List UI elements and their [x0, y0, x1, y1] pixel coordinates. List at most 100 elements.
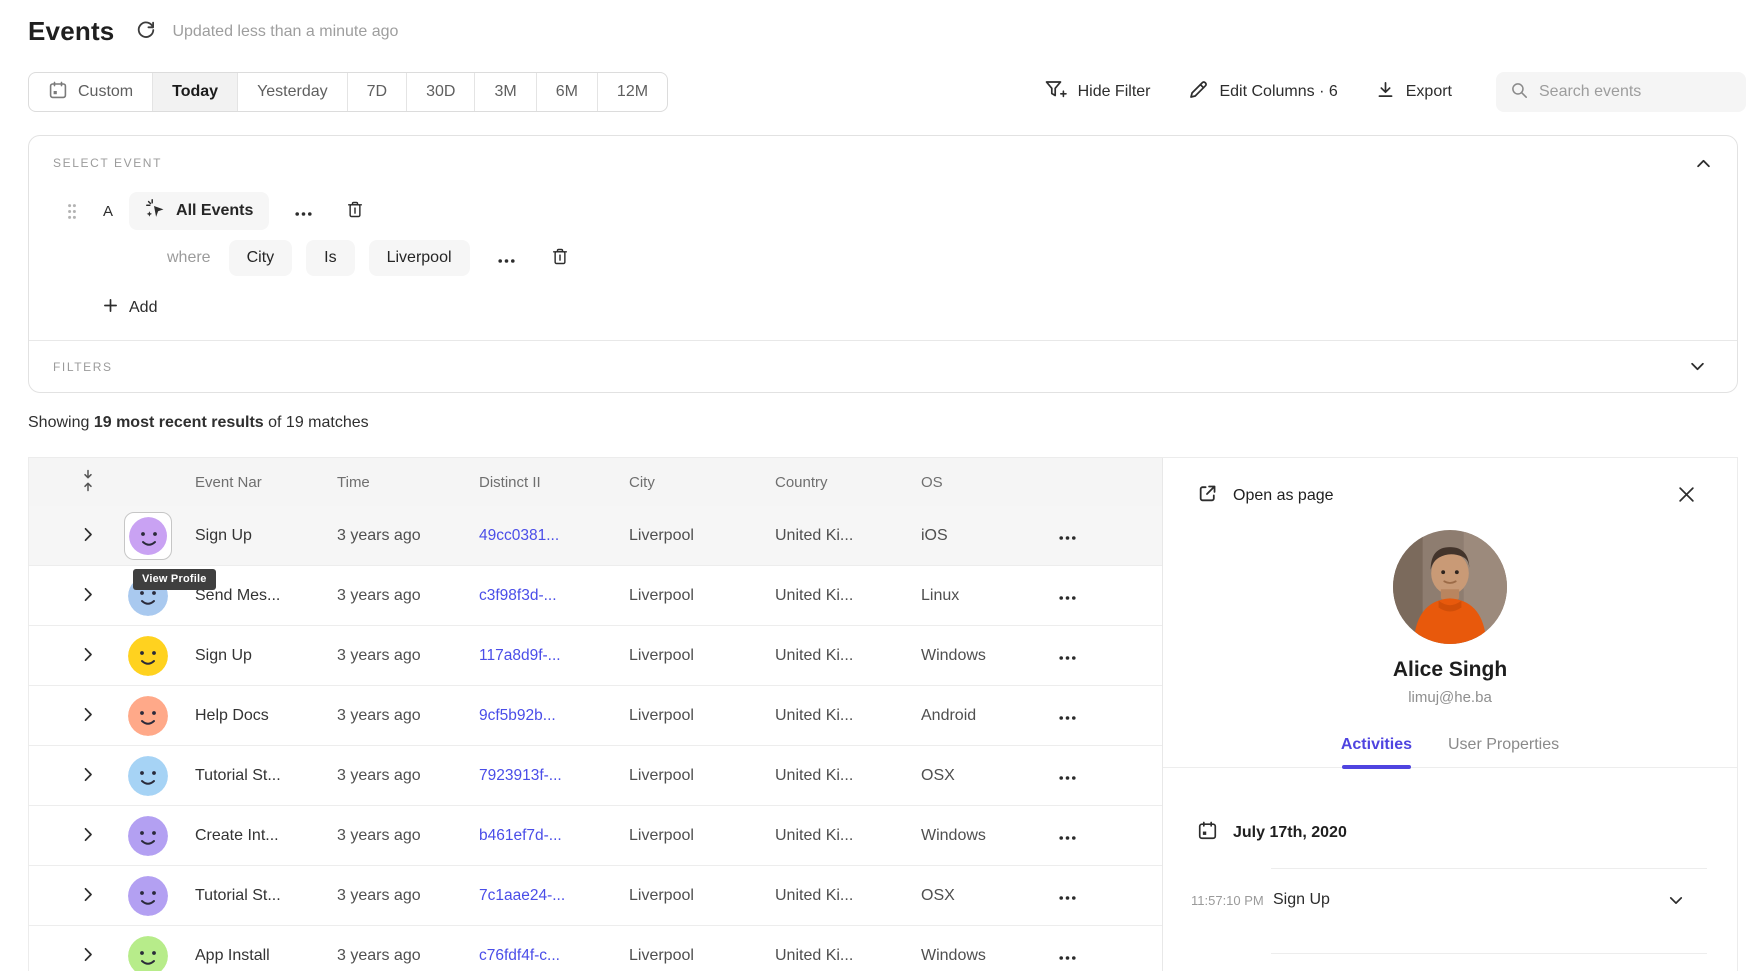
add-event-button[interactable]: Add — [103, 298, 157, 318]
date-tab-today[interactable]: Today — [152, 73, 237, 111]
column-header[interactable]: OS — [905, 474, 1055, 491]
where-delete-button[interactable] — [545, 241, 575, 275]
column-header[interactable]: Country — [759, 474, 905, 491]
expand-row-button[interactable] — [79, 523, 97, 549]
results-prefix: Showing — [28, 414, 89, 431]
calendar-icon — [1197, 820, 1218, 846]
table-row[interactable]: Sign Up3 years ago117a8d9f-...LiverpoolU… — [29, 626, 1162, 686]
profile-panel: Open as page Alice Singh — [1162, 458, 1737, 971]
event-selector-chip[interactable]: All Events — [129, 192, 269, 230]
tab-activities[interactable]: Activities — [1341, 736, 1412, 767]
search-input[interactable] — [1539, 83, 1732, 101]
ellipsis-icon — [295, 204, 312, 219]
open-as-page-button[interactable]: Open as page — [1197, 483, 1334, 509]
avatar-selected-frame[interactable] — [124, 512, 172, 560]
value-chip[interactable]: Liverpool — [369, 240, 470, 276]
column-header[interactable]: Distinct II — [463, 474, 613, 491]
filters-section: FILTERS — [29, 340, 1737, 392]
event-delete-button[interactable] — [340, 194, 370, 228]
column-header[interactable]: Time — [321, 474, 463, 491]
user-avatar[interactable] — [128, 696, 168, 736]
expand-row-button[interactable] — [79, 763, 97, 789]
activity-row[interactable]: 11:57:10 PM Sign Up — [1163, 869, 1737, 931]
table-row[interactable]: Help Docs3 years ago9cf5b92b...Liverpool… — [29, 686, 1162, 746]
user-avatar[interactable] — [128, 936, 168, 971]
trash-icon — [346, 200, 364, 222]
cell-distinct-id[interactable]: 7c1aae24-... — [463, 887, 613, 905]
table-row[interactable]: Create Int...3 years agob461ef7d-...Live… — [29, 806, 1162, 866]
date-tab-6m[interactable]: 6M — [536, 73, 597, 111]
cell-event-name: Tutorial St... — [179, 767, 321, 785]
table-row[interactable]: Tutorial St...3 years ago7923913f-...Liv… — [29, 746, 1162, 806]
edit-columns-button[interactable]: Edit Columns · 6 — [1188, 80, 1337, 105]
where-more-button[interactable] — [492, 245, 521, 272]
column-header[interactable]: City — [613, 474, 759, 491]
cell-distinct-id[interactable]: 117a8d9f-... — [463, 647, 613, 665]
date-tab-yesterday[interactable]: Yesterday — [237, 73, 347, 111]
table-row[interactable]: Sign Up3 years ago49cc0381...LiverpoolUn… — [29, 506, 1162, 566]
collapse-rows-header[interactable] — [59, 469, 117, 496]
expand-row-button[interactable] — [79, 583, 97, 609]
user-avatar[interactable] — [129, 517, 167, 555]
search-box[interactable] — [1496, 72, 1746, 112]
cell-country: United Ki... — [759, 527, 905, 545]
expand-row-button[interactable] — [79, 823, 97, 849]
user-avatar[interactable] — [128, 756, 168, 796]
expand-row-button[interactable] — [79, 883, 97, 909]
table-row[interactable]: App Install3 years agoc76fdf4f-c...Liver… — [29, 926, 1162, 971]
tab-user-properties[interactable]: User Properties — [1448, 736, 1559, 767]
cell-distinct-id[interactable]: c76fdf4f-c... — [463, 947, 613, 965]
user-avatar[interactable] — [128, 876, 168, 916]
event-more-button[interactable] — [289, 198, 318, 225]
cell-distinct-id[interactable]: 9cf5b92b... — [463, 707, 613, 725]
expand-filters-button[interactable] — [1684, 353, 1711, 380]
cell-time: 3 years ago — [321, 647, 463, 665]
property-chip[interactable]: City — [229, 240, 293, 276]
chevron-down-icon[interactable] — [1665, 892, 1687, 909]
user-avatar[interactable] — [128, 816, 168, 856]
date-tab-custom[interactable]: Custom — [29, 73, 152, 111]
cell-distinct-id[interactable]: c3f98f3d-... — [463, 587, 613, 605]
operator-chip[interactable]: Is — [306, 240, 354, 276]
expand-row-button[interactable] — [79, 703, 97, 729]
select-event-section: SELECT EVENT A — [29, 136, 1737, 340]
date-tab-7d[interactable]: 7D — [347, 73, 406, 111]
refresh-button[interactable] — [136, 20, 156, 43]
row-more-button[interactable] — [1055, 704, 1080, 727]
row-more-button[interactable] — [1055, 764, 1080, 787]
user-avatar[interactable] — [128, 636, 168, 676]
cell-distinct-id[interactable]: b461ef7d-... — [463, 827, 613, 845]
row-more-button[interactable] — [1055, 524, 1080, 547]
close-panel-button[interactable] — [1674, 482, 1699, 510]
updated-status: Updated less than a minute ago — [172, 23, 398, 41]
cell-distinct-id[interactable]: 7923913f-... — [463, 767, 613, 785]
export-button[interactable]: Export — [1376, 80, 1452, 104]
download-icon — [1376, 80, 1395, 104]
date-range-tabs: CustomTodayYesterday7D30D3M6M12M — [28, 72, 668, 112]
row-more-button[interactable] — [1055, 644, 1080, 667]
table-row[interactable]: Tutorial St...3 years ago7c1aae24-...Liv… — [29, 866, 1162, 926]
date-tab-30d[interactable]: 30D — [406, 73, 474, 111]
ellipsis-icon — [1059, 528, 1076, 543]
row-more-button[interactable] — [1055, 944, 1080, 967]
row-more-button[interactable] — [1055, 884, 1080, 907]
cell-time: 3 years ago — [321, 587, 463, 605]
row-more-button[interactable] — [1055, 584, 1080, 607]
chevron-right-icon — [83, 767, 93, 785]
date-tab-12m[interactable]: 12M — [597, 73, 667, 111]
date-tab-3m[interactable]: 3M — [474, 73, 535, 111]
row-more-button[interactable] — [1055, 824, 1080, 847]
cell-country: United Ki... — [759, 707, 905, 725]
drag-handle-icon[interactable] — [67, 203, 77, 220]
cell-city: Liverpool — [613, 587, 759, 605]
column-header[interactable]: Event Nar — [179, 474, 321, 491]
collapse-section-button[interactable] — [1696, 156, 1711, 171]
expand-row-button[interactable] — [79, 643, 97, 669]
event-clause-row: A All Events — [53, 192, 1713, 230]
trash-icon — [551, 247, 569, 269]
cell-city: Liverpool — [613, 947, 759, 965]
cell-distinct-id[interactable]: 49cc0381... — [463, 527, 613, 545]
results-bold: 19 most recent results — [94, 414, 264, 431]
hide-filter-button[interactable]: Hide Filter — [1044, 79, 1151, 105]
expand-row-button[interactable] — [79, 943, 97, 969]
